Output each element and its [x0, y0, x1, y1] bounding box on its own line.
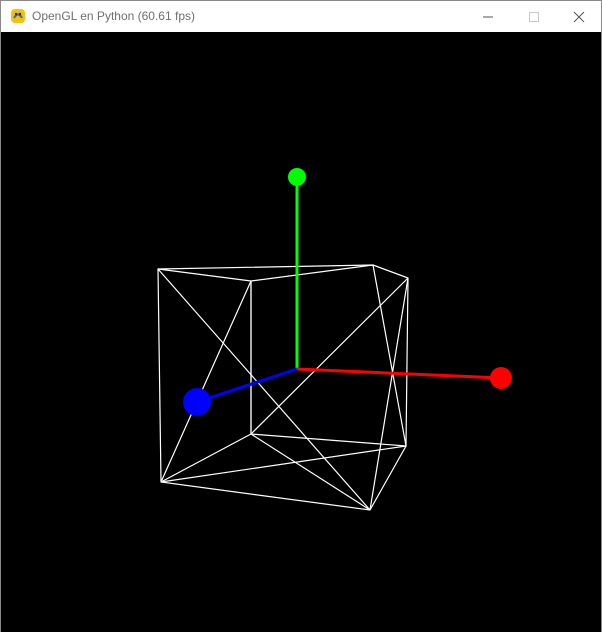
- minimize-icon: [483, 16, 493, 17]
- close-icon: [573, 11, 585, 22]
- cube-edge: [372, 264, 409, 279]
- cube-diagonal: [160, 280, 252, 483]
- opengl-viewport[interactable]: [1, 32, 601, 632]
- pygame-icon: [9, 7, 27, 25]
- cube-diagonal: [250, 277, 409, 435]
- close-button[interactable]: [556, 1, 602, 32]
- cube-wireframe: [157, 264, 409, 511]
- z-axis-line: [196, 367, 298, 404]
- axes: [183, 168, 512, 416]
- x-axis-line: [296, 367, 502, 380]
- x-axis-sphere: [490, 367, 512, 389]
- y-axis-sphere: [288, 168, 306, 186]
- title-bar[interactable]: OpenGL en Python (60.61 fps): [1, 1, 601, 32]
- maximize-button[interactable]: [511, 1, 557, 32]
- app-window: OpenGL en Python (60.61 fps): [0, 0, 602, 632]
- maximize-icon: [529, 11, 539, 22]
- cube-edge: [157, 268, 252, 282]
- minimize-button[interactable]: [465, 1, 511, 32]
- cube-front-face: [157, 264, 407, 511]
- cube-diagonal: [160, 445, 407, 483]
- cube-diagonal: [250, 433, 371, 511]
- cube-diagonal: [157, 268, 371, 511]
- scene-canvas: [157, 168, 512, 511]
- window-title: OpenGL en Python (60.61 fps): [32, 9, 195, 23]
- z-axis-sphere: [183, 388, 211, 416]
